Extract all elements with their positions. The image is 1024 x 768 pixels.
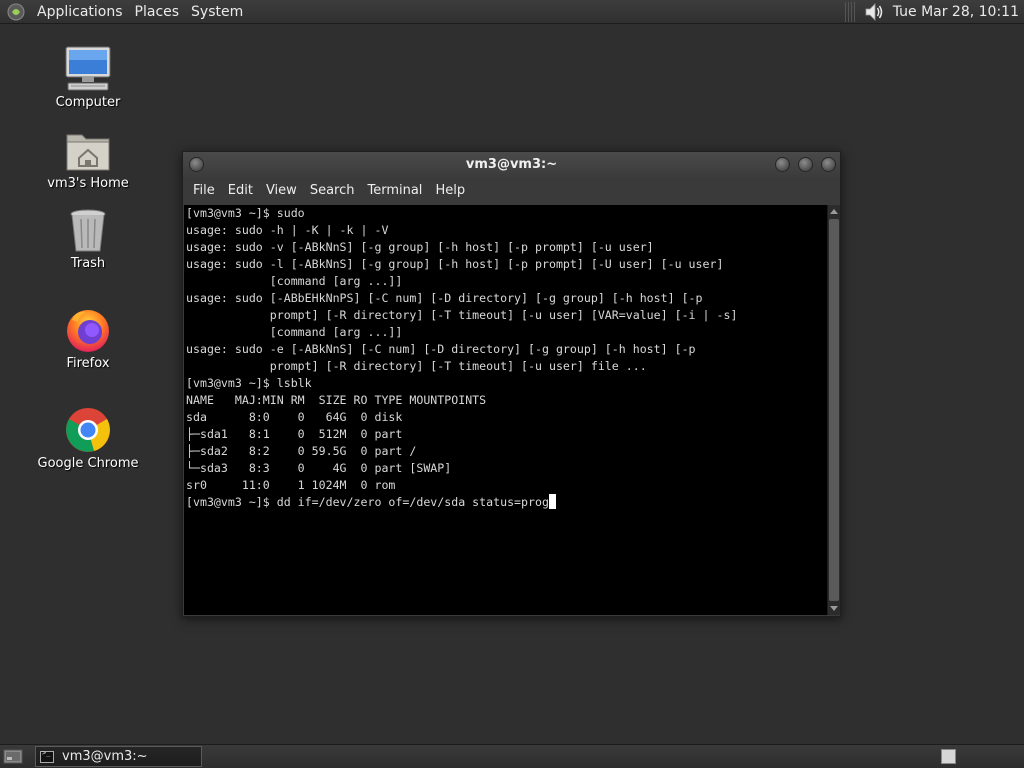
menu-edit[interactable]: Edit	[222, 178, 260, 204]
desktop-icon-label: Trash	[70, 256, 106, 271]
taskbar-window-button[interactable]: vm3@vm3:~	[35, 746, 202, 767]
close-button[interactable]	[821, 157, 836, 172]
desktop-icon-label: vm3's Home	[47, 176, 129, 191]
workspace-switcher[interactable]	[941, 749, 956, 764]
firefox-icon	[67, 310, 109, 352]
terminal-window[interactable]: vm3@vm3:~ File Edit View Search Terminal…	[182, 151, 841, 617]
top-panel: Applications Places System Tue Mar 28, 1…	[0, 0, 1024, 24]
desktop-icon-home[interactable]: vm3's Home	[33, 128, 143, 191]
taskbar-window-label: vm3@vm3:~	[62, 749, 148, 764]
terminal-line: NAME MAJ:MIN RM SIZE RO TYPE MOUNTPOINTS	[186, 393, 487, 407]
terminal-current-input: [vm3@vm3 ~]$ dd if=/dev/zero of=/dev/sda…	[186, 495, 549, 509]
home-folder-icon	[66, 134, 110, 171]
maximize-button[interactable]	[798, 157, 813, 172]
text-cursor	[548, 494, 556, 509]
terminal-line: usage: sudo [-ABbEHkNnPS] [-C num] [-D d…	[186, 291, 703, 305]
distro-logo-icon[interactable]	[7, 3, 25, 21]
bottom-panel: vm3@vm3:~	[0, 744, 1024, 768]
chrome-icon	[66, 408, 110, 452]
computer-icon	[65, 46, 111, 91]
desktop-icon-chrome[interactable]: Google Chrome	[33, 406, 143, 471]
scroll-thumb[interactable]	[829, 219, 839, 601]
menu-terminal[interactable]: Terminal	[361, 178, 429, 204]
desktop-icon-trash[interactable]: Trash	[33, 208, 143, 271]
menu-view[interactable]: View	[260, 178, 304, 204]
terminal-menubar: File Edit View Search Terminal Help	[183, 178, 840, 204]
terminal-line: usage: sudo -h | -K | -k | -V	[186, 223, 389, 237]
show-desktop-icon[interactable]	[3, 748, 23, 766]
terminal-line: sda 8:0 0 64G 0 disk	[186, 410, 403, 424]
scroll-down-arrow-icon[interactable]	[830, 606, 838, 611]
window-title: vm3@vm3:~	[465, 157, 558, 172]
desktop-icon-computer[interactable]: Computer	[33, 45, 143, 110]
terminal-line: [vm3@vm3 ~]$ sudo	[186, 206, 305, 220]
panel-tray: Tue Mar 28, 10:11	[844, 0, 1024, 24]
terminal-output[interactable]: [vm3@vm3 ~]$ sudo usage: sudo -h | -K | …	[184, 205, 827, 615]
terminal-line: [vm3@vm3 ~]$ lsblk	[186, 376, 312, 390]
menu-help[interactable]: Help	[429, 178, 472, 204]
trash-icon	[70, 209, 106, 252]
terminal-line: [command [arg ...]]	[186, 325, 403, 339]
desktop-icon-label: Firefox	[66, 356, 110, 371]
panel-separator	[844, 1, 855, 22]
terminal-line: prompt] [-R directory] [-T timeout] [-u …	[186, 359, 647, 373]
window-titlebar[interactable]: vm3@vm3:~	[183, 152, 840, 178]
volume-icon[interactable]	[863, 1, 885, 23]
terminal-line: prompt] [-R directory] [-T timeout] [-u …	[186, 308, 738, 322]
desktop-icon-label: Google Chrome	[37, 456, 139, 471]
menu-file[interactable]: File	[187, 178, 222, 204]
scroll-up-arrow-icon[interactable]	[830, 209, 838, 214]
applications-menu[interactable]: Applications	[31, 0, 129, 24]
desktop-icon-label: Computer	[55, 95, 121, 110]
menu-search[interactable]: Search	[304, 178, 362, 204]
terminal-input-line[interactable]: [vm3@vm3 ~]$ dd if=/dev/zero of=/dev/sda…	[186, 494, 827, 511]
terminal-icon	[40, 749, 54, 763]
terminal-line: usage: sudo -v [-ABkNnS] [-g group] [-h …	[186, 240, 654, 254]
terminal-line: └─sda3 8:3 0 4G 0 part [SWAP]	[186, 461, 452, 475]
terminal-line: usage: sudo -l [-ABkNnS] [-g group] [-h …	[186, 257, 724, 271]
desktop-icon-firefox[interactable]: Firefox	[33, 306, 143, 371]
terminal-line: [command [arg ...]]	[186, 274, 403, 288]
terminal-line: ├─sda2 8:2 0 59.5G 0 part /	[186, 444, 417, 458]
terminal-line: sr0 11:0 1 1024M 0 rom	[186, 478, 396, 492]
terminal-line: usage: sudo -e [-ABkNnS] [-C num] [-D di…	[186, 342, 696, 356]
minimize-button[interactable]	[775, 157, 790, 172]
system-menu[interactable]: System	[185, 0, 249, 24]
clock[interactable]: Tue Mar 28, 10:11	[893, 4, 1024, 20]
terminal-scrollbar[interactable]	[827, 205, 840, 615]
window-menu-button[interactable]	[189, 157, 204, 172]
places-menu[interactable]: Places	[129, 0, 186, 24]
terminal-line: ├─sda1 8:1 0 512M 0 part	[186, 427, 403, 441]
